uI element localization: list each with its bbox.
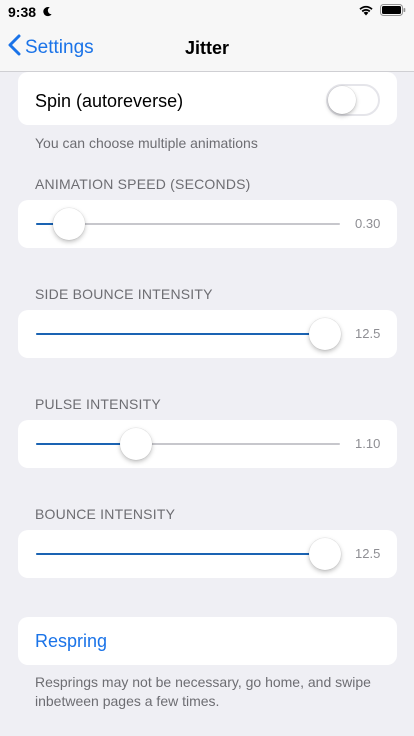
respring-card: Respring [18,617,397,665]
bounce-intensity-card: 12.5 [18,530,397,578]
bounce-intensity-value: 12.5 [355,546,381,561]
pulse-intensity-card: 1.10 [18,420,397,468]
animation-speed-slider-thumb[interactable] [53,208,86,240]
status-right [358,3,406,21]
back-button[interactable]: Settings [8,24,94,72]
side-bounce-intensity-header: SIDE BOUNCE INTENSITY [35,286,213,302]
side-bounce-intensity-track[interactable] [36,333,340,335]
moon-icon [42,4,53,20]
respring-footer: Resprings may not be necessary, go home,… [35,674,371,709]
side-bounce-intensity-track-fill [36,333,325,335]
pulse-intensity-value: 1.10 [355,436,381,451]
status-left: 9:38 [8,4,53,20]
battery-icon [380,3,406,21]
back-button-label: Settings [25,37,94,58]
spin-toggle[interactable] [326,84,380,116]
chevron-left-icon [8,34,21,62]
respring-button[interactable]: Respring [35,631,107,652]
side-bounce-intensity-card: 12.5 [18,310,397,358]
spin-footer: You can choose multiple animations [35,135,258,151]
bounce-intensity-track[interactable] [36,553,340,555]
spin-label: Spin (autoreverse) [35,91,184,111]
pulse-intensity-slider-thumb[interactable] [120,428,153,460]
bounce-intensity-slider-thumb[interactable] [308,538,341,570]
bounce-intensity-header: BOUNCE INTENSITY [35,506,176,522]
pulse-intensity-track[interactable] [36,443,340,445]
status-time: 9:38 [8,4,37,20]
side-bounce-intensity-value: 12.5 [355,326,381,341]
status-bar: 9:38 [0,0,414,24]
spin-card: Spin (autoreverse) [18,72,397,125]
navigation-bar: Jitter Settings [0,24,414,72]
wifi-icon [358,3,374,21]
toggle-knob [328,86,356,114]
animation-speed-header: ANIMATION SPEED (SECONDS) [35,176,251,192]
pulse-intensity-header: PULSE INTENSITY [35,396,161,412]
animation-speed-card: 0.30 [18,200,397,248]
animation-speed-value: 0.30 [355,216,381,231]
bounce-intensity-track-fill [36,553,325,555]
side-bounce-intensity-slider-thumb[interactable] [308,318,341,350]
